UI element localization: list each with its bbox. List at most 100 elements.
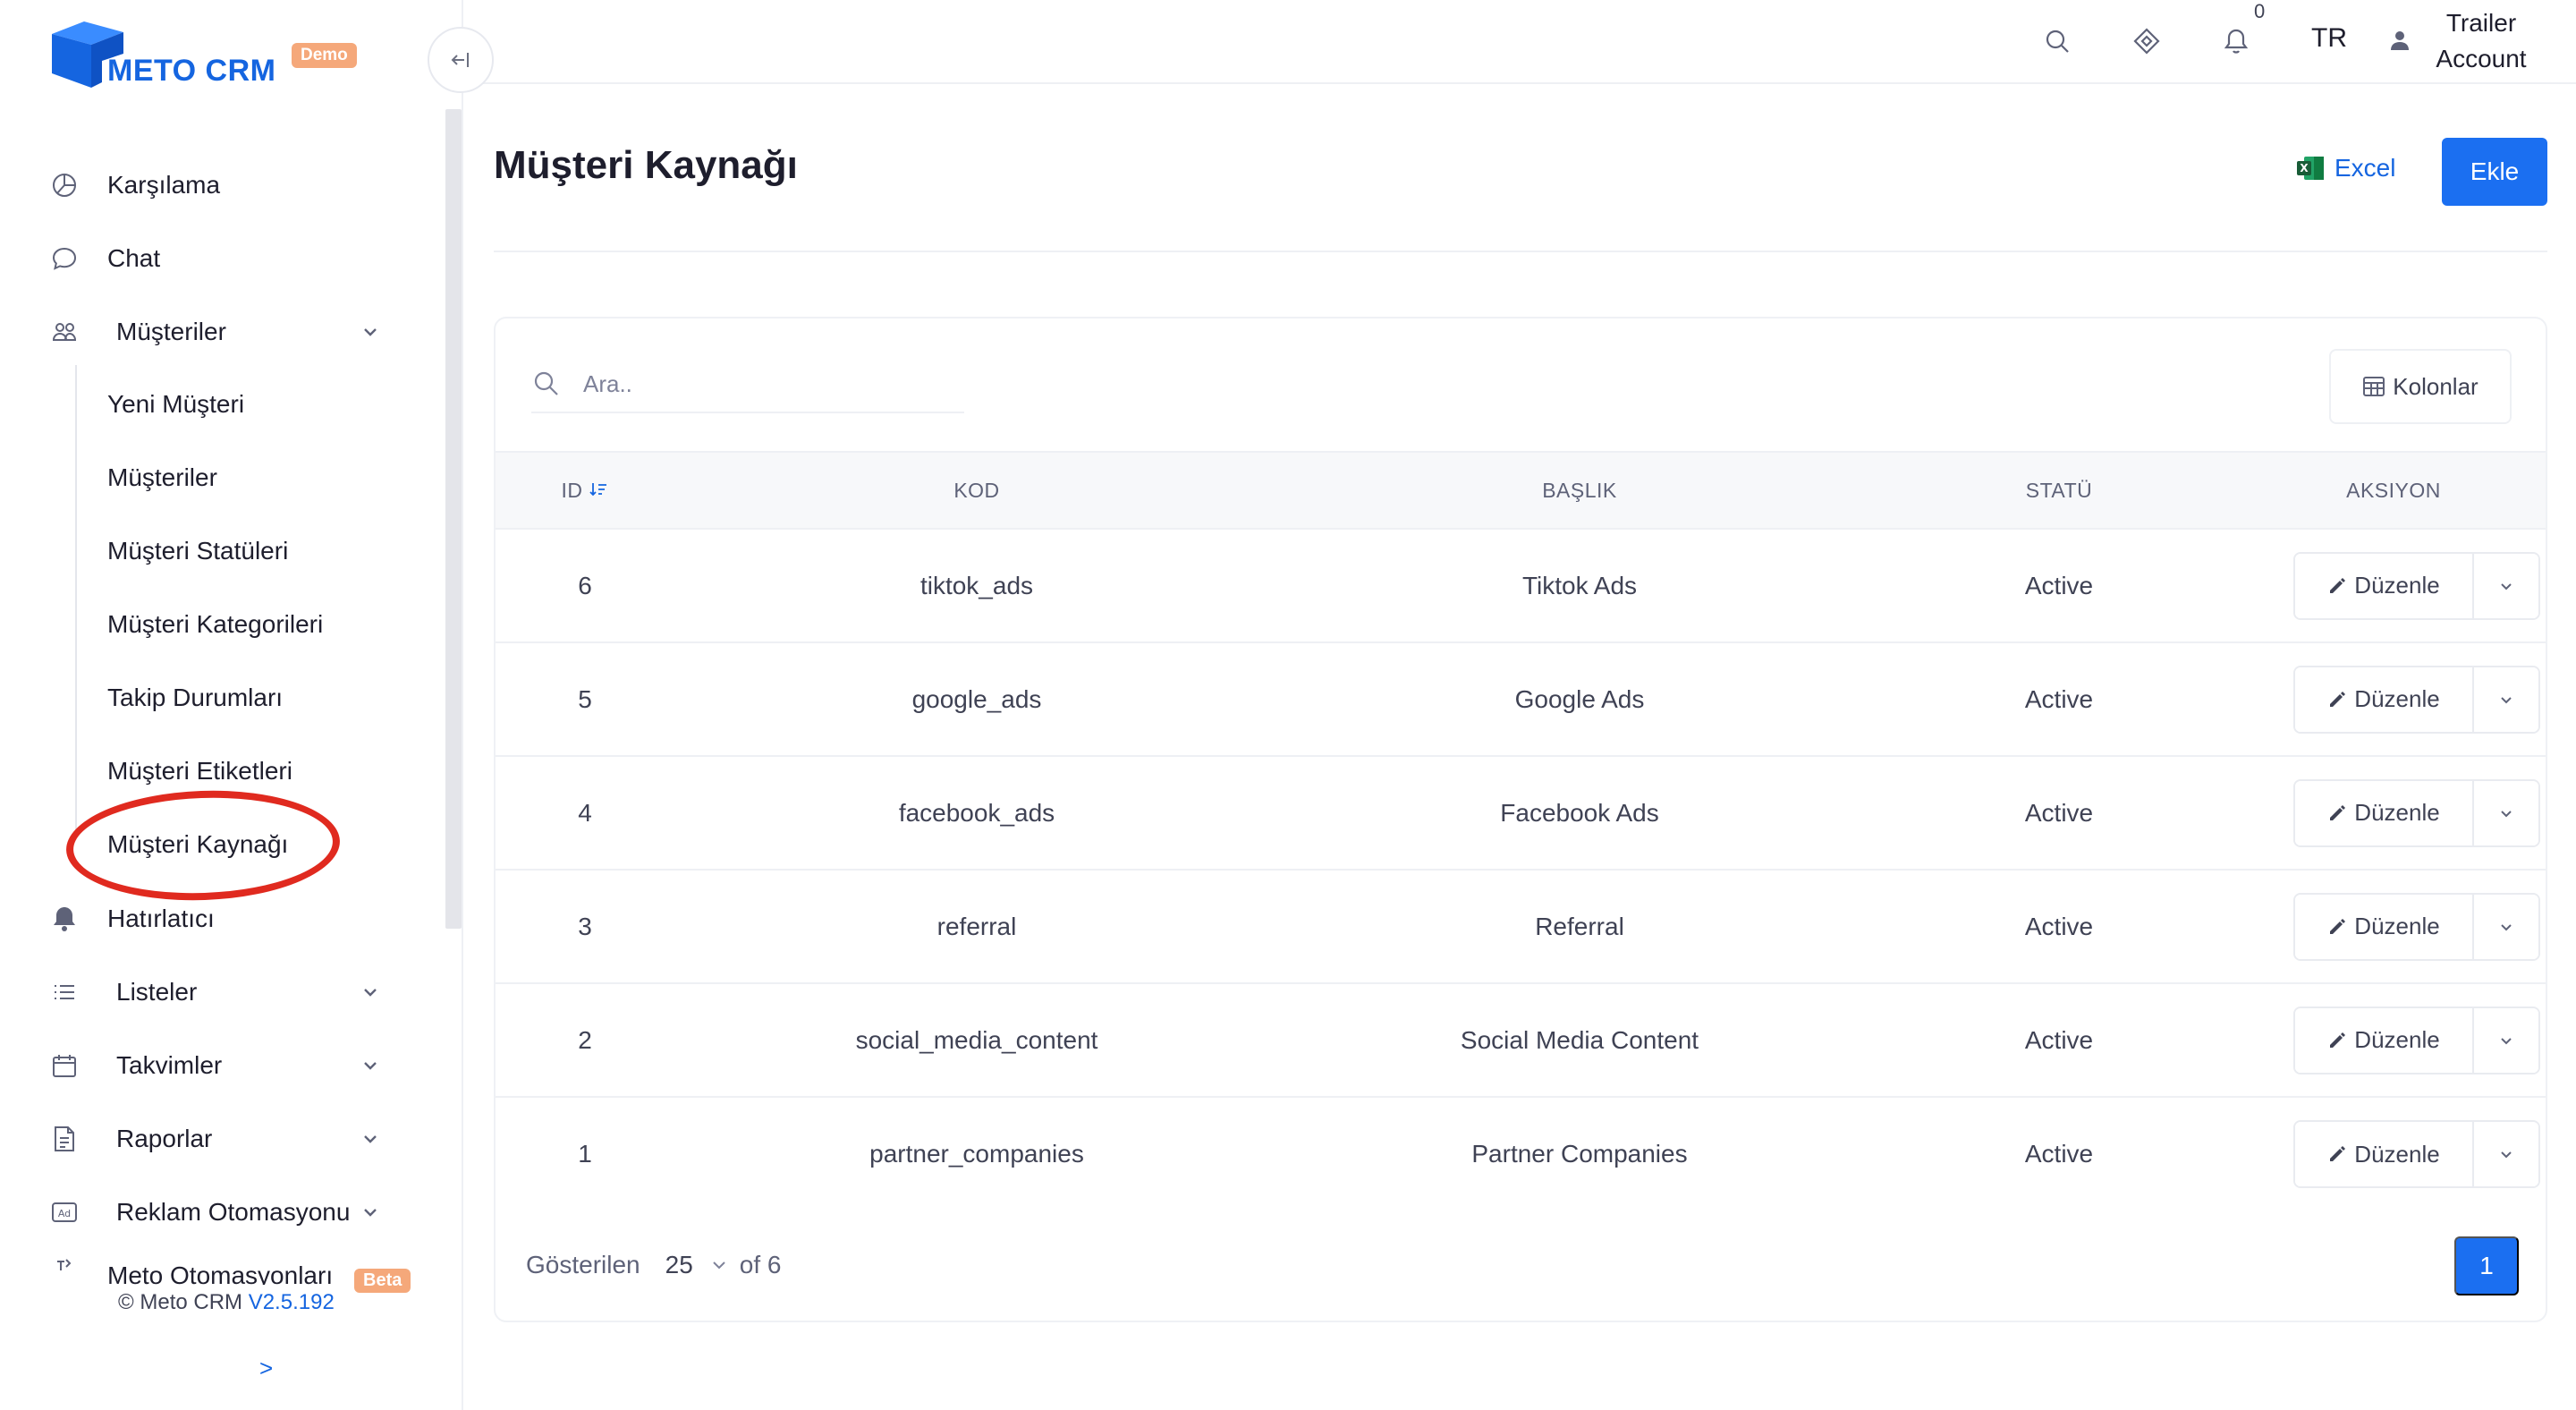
- header-id[interactable]: ID: [496, 451, 674, 530]
- sidebar-item-takvimler[interactable]: Takvimler: [0, 1034, 429, 1097]
- row-action-group: Düzenle: [2293, 778, 2540, 847]
- columns-label: Kolonlar: [2393, 372, 2479, 400]
- row-dropdown-toggle[interactable]: [2472, 667, 2538, 732]
- search-icon[interactable]: [2041, 25, 2073, 57]
- excel-icon: X: [2297, 157, 2324, 180]
- app-version[interactable]: V2.5.192: [249, 1290, 335, 1314]
- expand-sidebar-link[interactable]: >: [259, 1355, 273, 1382]
- cell-kod: google_ads: [674, 642, 1279, 757]
- cell-statu: Active: [1880, 870, 2238, 984]
- cell-aksiyon: Düzenle: [2238, 756, 2546, 871]
- sidebar-scrollbar[interactable]: [445, 109, 462, 929]
- submenu-item-takip-durumlari[interactable]: Takip Durumları: [107, 671, 283, 725]
- row-action-group: Düzenle: [2293, 1120, 2540, 1188]
- topbar: 0 TR Trailer Account: [463, 0, 2576, 84]
- chevron-down-icon[interactable]: [709, 1255, 729, 1275]
- row-dropdown-toggle[interactable]: [2472, 1007, 2538, 1073]
- edit-button[interactable]: Düzenle: [2295, 1122, 2472, 1186]
- header-divider: [494, 251, 2547, 252]
- table-row: 4 facebook_ads Facebook Ads Active Düzen…: [496, 756, 2546, 871]
- pencil-icon: [2330, 1032, 2346, 1048]
- diamond-icon[interactable]: [2131, 25, 2163, 57]
- user-first-line: Trailer: [2445, 9, 2517, 37]
- submenu-item-yeni-musteri[interactable]: Yeni Müşteri: [107, 378, 244, 431]
- row-action-group: Düzenle: [2293, 551, 2540, 620]
- edit-button[interactable]: Düzenle: [2295, 780, 2472, 845]
- dashboard-icon: [50, 171, 79, 200]
- brand-logo[interactable]: METO CRM Demo: [48, 18, 370, 93]
- collapse-arrow-icon: [451, 53, 469, 67]
- svg-text:Ad: Ad: [58, 1208, 71, 1219]
- edit-label: Düzenle: [2354, 1140, 2440, 1168]
- row-dropdown-toggle[interactable]: [2472, 894, 2538, 959]
- sidebar-item-karsilama[interactable]: Karşılama: [0, 154, 429, 217]
- sidebar-item-label: Karşılama: [107, 171, 221, 199]
- submenu-item-musteri-statuleri[interactable]: Müşteri Statüleri: [107, 524, 288, 578]
- data-table: ID KOD BAŞLIK STATÜ AKSIYON 6 tiktok_ads…: [496, 451, 2546, 1210]
- chat-bubble-icon: [50, 244, 79, 273]
- chevron-down-icon: [364, 1209, 377, 1217]
- submenu-item-musteriler[interactable]: Müşteriler: [107, 451, 217, 505]
- edit-label: Düzenle: [2354, 572, 2440, 599]
- pencil-icon: [2330, 577, 2346, 593]
- search-input[interactable]: [583, 361, 959, 406]
- table-body: 6 tiktok_ads Tiktok Ads Active Düzenle 5…: [496, 529, 2546, 1210]
- sidebar-item-reklam-otomasyonu[interactable]: Ad Reklam Otomasyonu: [0, 1181, 429, 1244]
- sidebar-item-label: Chat: [107, 244, 161, 272]
- cell-aksiyon: Düzenle: [2238, 870, 2546, 984]
- edit-button[interactable]: Düzenle: [2295, 894, 2472, 959]
- row-dropdown-toggle[interactable]: [2472, 780, 2538, 845]
- beta-badge: Beta: [354, 1269, 411, 1293]
- edit-button[interactable]: Düzenle: [2295, 667, 2472, 732]
- submenu-item-musteri-kategorileri[interactable]: Müşteri Kategorileri: [107, 598, 323, 651]
- svg-text:X: X: [2300, 162, 2309, 174]
- submenu-item-musteri-etiketleri[interactable]: Müşteri Etiketleri: [107, 744, 292, 798]
- header-kod[interactable]: KOD: [674, 451, 1279, 530]
- edit-button[interactable]: Düzenle: [2295, 553, 2472, 618]
- sidebar-item-chat[interactable]: Chat: [0, 227, 429, 290]
- sidebar: METO CRM Demo Karşılama Chat Müşteriler: [0, 0, 463, 1410]
- chevron-down-icon: [2501, 696, 2512, 703]
- language-switcher[interactable]: TR: [2311, 23, 2347, 54]
- search-box: [531, 354, 964, 413]
- sidebar-item-label: Listeler: [116, 978, 198, 1006]
- notification-bell-icon[interactable]: [2220, 25, 2252, 57]
- chevron-down-icon: [2501, 923, 2512, 930]
- collapse-sidebar-button[interactable]: [428, 27, 494, 93]
- row-dropdown-toggle[interactable]: [2472, 553, 2538, 618]
- cell-statu: Active: [1880, 756, 2238, 871]
- edit-label: Düzenle: [2354, 685, 2440, 712]
- pencil-icon: [2330, 691, 2346, 707]
- edit-label: Düzenle: [2354, 1026, 2440, 1053]
- sort-desc-icon: [589, 482, 607, 496]
- header-baslik[interactable]: BAŞLIK: [1279, 451, 1880, 530]
- chevron-down-icon: [364, 1062, 377, 1070]
- sidebar-item-listeler[interactable]: Listeler: [0, 961, 429, 1024]
- cell-id: 3: [496, 870, 674, 984]
- table-row: 5 google_ads Google Ads Active Düzenle: [496, 642, 2546, 757]
- edit-button[interactable]: Düzenle: [2295, 1007, 2472, 1073]
- page-size-value[interactable]: 25: [665, 1251, 693, 1279]
- copyright: © Meto CRM V2.5.192: [118, 1290, 335, 1315]
- total-count: of 6: [739, 1251, 782, 1278]
- row-dropdown-toggle[interactable]: [2472, 1122, 2538, 1186]
- header-statu[interactable]: STATÜ: [1880, 451, 2238, 530]
- row-action-group: Düzenle: [2293, 892, 2540, 961]
- user-second-line: Account: [2436, 45, 2527, 72]
- user-account-menu[interactable]: Trailer Account: [2419, 5, 2544, 77]
- cell-id: 5: [496, 642, 674, 757]
- page-button-1[interactable]: 1: [2454, 1236, 2519, 1295]
- cell-kod: partner_companies: [869, 1140, 1084, 1168]
- sidebar-nav: Karşılama Chat Müşteriler Yeni Müşteri M…: [0, 143, 447, 1288]
- sidebar-item-musteriler[interactable]: Müşteriler: [0, 301, 429, 363]
- sidebar-item-raporlar[interactable]: Raporlar: [0, 1108, 429, 1170]
- pencil-icon: [2330, 1146, 2346, 1161]
- add-button[interactable]: Ekle: [2442, 138, 2547, 206]
- cell-id: 2: [496, 983, 674, 1098]
- columns-button[interactable]: Kolonlar: [2329, 349, 2512, 424]
- sidebar-item-label: Reklam Otomasyonu: [116, 1198, 351, 1226]
- users-icon: [50, 318, 79, 346]
- excel-export-button[interactable]: X Excel: [2295, 154, 2395, 183]
- cell-baslik: Tiktok Ads: [1279, 529, 1880, 643]
- cell-statu: Active: [1880, 529, 2238, 643]
